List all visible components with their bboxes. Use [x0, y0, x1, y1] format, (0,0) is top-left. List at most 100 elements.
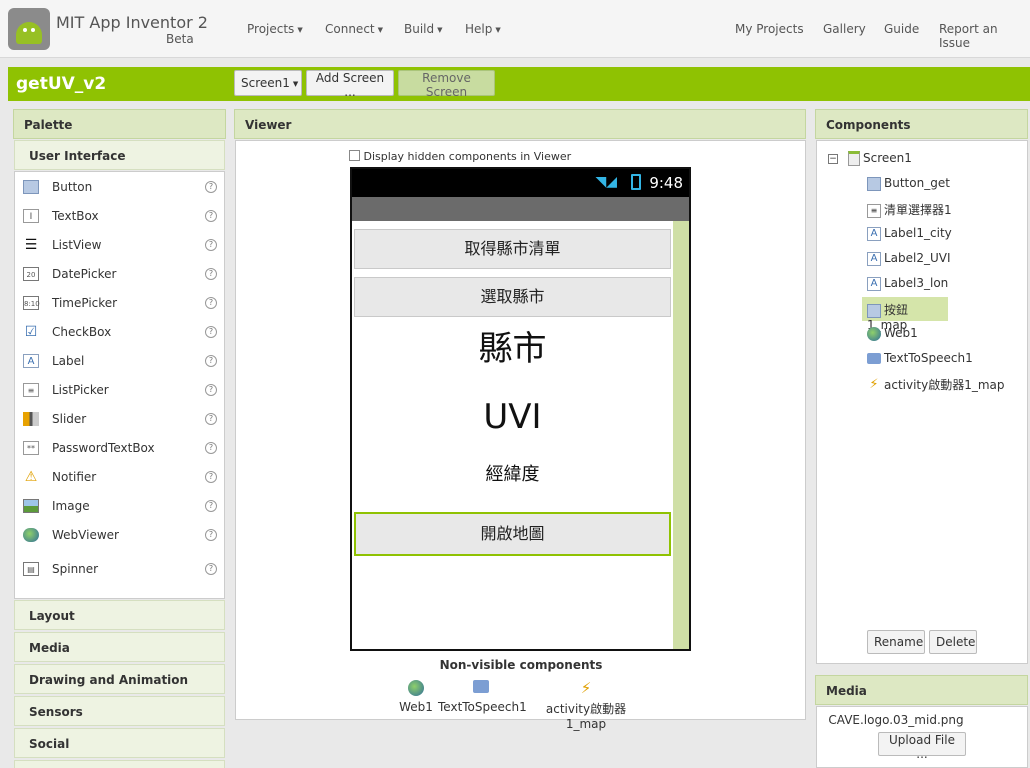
palette-item-label[interactable]: A Label? [15, 346, 223, 375]
preview-label-city[interactable]: 縣市 [354, 327, 671, 371]
spinner-icon: ▤ [23, 562, 39, 576]
viewer-header: Viewer [234, 109, 806, 139]
help-icon[interactable]: ? [205, 210, 217, 222]
screen-select-button[interactable]: Screen1 ▼ [234, 70, 302, 96]
nonvisible-web1[interactable]: Web1 [399, 680, 433, 714]
help-icon[interactable]: ? [205, 239, 217, 251]
label-icon: A [23, 354, 39, 368]
tree-node-listpicker[interactable]: ≡ 清單選擇器1 [867, 201, 952, 218]
help-icon[interactable]: ? [205, 268, 217, 280]
nonvisible-activity-starter[interactable]: ⚡ activity啟動器1_map [529, 680, 643, 731]
help-icon[interactable]: ? [205, 529, 217, 541]
tree-node-label2-uvi[interactable]: A Label2_UVI [867, 251, 951, 266]
help-icon[interactable]: ? [205, 413, 217, 425]
tree-node-screen1[interactable]: − Screen1 [828, 151, 912, 166]
globe-icon [408, 680, 424, 696]
tree-node-activity-starter[interactable]: ⚡ activity啟動器1_map [867, 376, 1004, 393]
palette-category-media[interactable]: Media [14, 632, 225, 662]
screen-icon [848, 151, 860, 166]
nonvisible-texttospeech1[interactable]: TextToSpeech1 [438, 680, 527, 714]
menu-projects[interactable]: Projects ▼ [247, 22, 303, 36]
help-icon[interactable]: ? [205, 442, 217, 454]
app-inventor-logo-icon[interactable] [8, 8, 50, 50]
palette-item-button[interactable]: Button? [15, 172, 223, 201]
palette-item-timepicker[interactable]: 8:10 TimePicker? [15, 288, 223, 317]
palette-item-spinner[interactable]: ▤ Spinner? [15, 554, 223, 583]
tree-node-label1-city[interactable]: A Label1_city [867, 226, 952, 241]
listview-icon: ☰ [24, 237, 38, 253]
link-report-issue[interactable]: Report an Issue [939, 22, 1030, 50]
preview-label-uvi[interactable]: UVI [354, 395, 671, 439]
status-bar: ◥◢ 9:48 [352, 169, 689, 197]
label-icon: A [867, 226, 881, 241]
palette-item-webviewer[interactable]: WebViewer? [15, 520, 223, 549]
password-icon: ** [23, 441, 39, 455]
palette-item-listpicker[interactable]: ≡ ListPicker? [15, 375, 223, 404]
help-icon[interactable]: ? [205, 563, 217, 575]
palette-item-datepicker[interactable]: 20 DatePicker? [15, 259, 223, 288]
tree-node-button-get[interactable]: Button_get [867, 176, 950, 191]
project-toolbar: getUV_v2 Screen1 ▼ Add Screen ... Remove … [8, 67, 1030, 101]
slider-icon [23, 412, 39, 426]
project-name: getUV_v2 [16, 74, 107, 94]
menu-connect[interactable]: Connect ▼ [325, 22, 383, 36]
app-title: MIT App Inventor 2 [56, 13, 208, 32]
preview-button-get[interactable]: 取得縣市清單 [354, 229, 671, 269]
globe-icon [23, 528, 39, 542]
caret-down-icon: ▼ [297, 25, 303, 34]
collapse-icon[interactable]: − [828, 153, 838, 164]
media-file[interactable]: CAVE.logo.03_mid.png [816, 713, 976, 727]
palette-item-notifier[interactable]: ⚠ Notifier? [15, 462, 223, 491]
link-gallery[interactable]: Gallery [823, 22, 866, 36]
palette-item-image[interactable]: Image? [15, 491, 223, 520]
preview-label-lon[interactable]: 經緯度 [354, 463, 671, 487]
palette-item-passwordtextbox[interactable]: ** PasswordTextBox? [15, 433, 223, 462]
lightning-icon: ⚡ [869, 376, 879, 392]
hidden-components-checkbox[interactable] [349, 150, 360, 161]
phone-scrollbar[interactable] [673, 221, 689, 649]
tree-node-button-map-selected[interactable]: 按鈕1_map [862, 297, 948, 332]
datepicker-icon: 20 [23, 267, 39, 281]
link-guide[interactable]: Guide [884, 22, 919, 36]
help-icon[interactable]: ? [205, 384, 217, 396]
globe-icon [867, 326, 881, 341]
palette-category-drawing[interactable]: Drawing and Animation [14, 664, 225, 694]
rename-button[interactable]: Rename [867, 630, 925, 654]
help-icon[interactable]: ? [205, 500, 217, 512]
components-header: Components [815, 109, 1028, 139]
caret-down-icon: ▼ [495, 25, 501, 34]
palette-item-listview[interactable]: ☰ ListView? [15, 230, 223, 259]
caret-down-icon: ▼ [292, 79, 299, 88]
menu-build[interactable]: Build ▼ [404, 22, 443, 36]
palette-category-sensors[interactable]: Sensors [14, 696, 225, 726]
preview-button-map[interactable]: 開啟地圖 [354, 512, 671, 556]
palette-category-more[interactable] [14, 760, 225, 768]
preview-listpicker[interactable]: 選取縣市 [354, 277, 671, 317]
link-my-projects[interactable]: My Projects [735, 22, 804, 36]
palette-category-user-interface[interactable]: User Interface [14, 140, 225, 170]
help-icon[interactable]: ? [205, 297, 217, 309]
tree-node-label3-lon[interactable]: A Label3_lon [867, 276, 948, 291]
warning-icon: ⚠ [24, 469, 38, 485]
help-icon[interactable]: ? [205, 326, 217, 338]
remove-screen-button[interactable]: Remove Screen [398, 70, 495, 99]
upload-file-button[interactable]: Upload File ... [878, 732, 966, 761]
help-icon[interactable]: ? [205, 471, 217, 483]
palette-item-textbox[interactable]: I TextBox? [15, 201, 223, 230]
timepicker-icon: 8:10 [23, 296, 40, 310]
tree-node-texttospeech1[interactable]: TextToSpeech1 [867, 351, 973, 365]
help-icon[interactable]: ? [205, 181, 217, 193]
status-time: 9:48 [649, 174, 683, 192]
palette-item-checkbox[interactable]: ☑ CheckBox? [15, 317, 223, 346]
button-icon [867, 176, 881, 191]
palette-category-layout[interactable]: Layout [14, 600, 225, 630]
tree-node-web1[interactable]: Web1 [867, 326, 918, 341]
label-icon: A [867, 276, 881, 291]
add-screen-button[interactable]: Add Screen ... [306, 70, 394, 99]
palette-item-slider[interactable]: Slider? [15, 404, 223, 433]
delete-button[interactable]: Delete [929, 630, 977, 654]
hidden-components-label: Display hidden components in Viewer [363, 150, 572, 163]
menu-help[interactable]: Help ▼ [465, 22, 501, 36]
help-icon[interactable]: ? [205, 355, 217, 367]
palette-category-social[interactable]: Social [14, 728, 225, 758]
